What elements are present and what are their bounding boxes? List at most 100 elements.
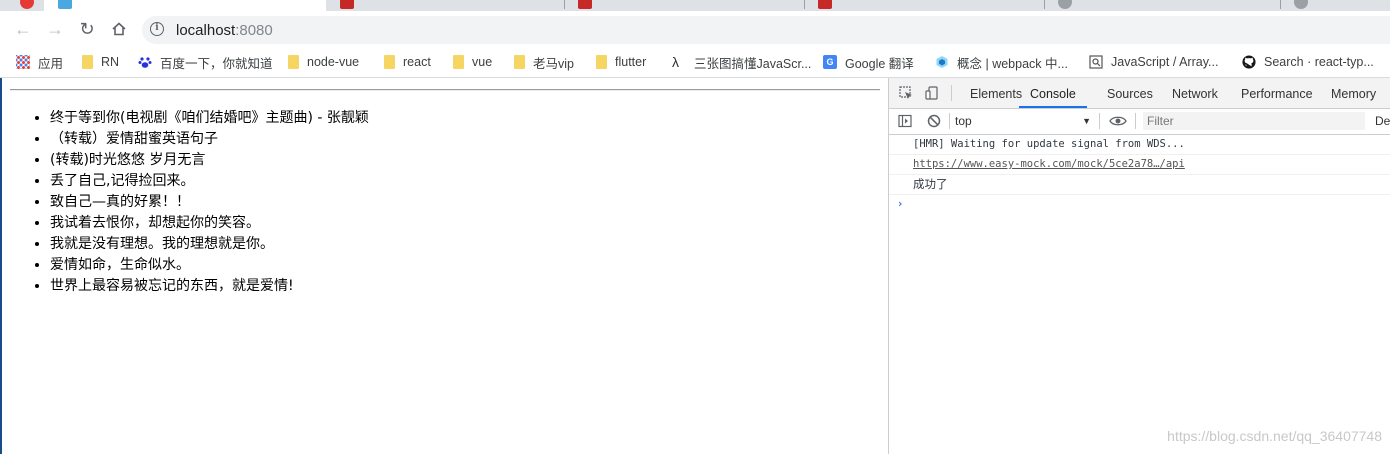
dropdown-arrow-icon: ▼ [1082,116,1091,126]
browser-toolbar: ← → ↻ i localhost:8080 [0,11,1390,47]
bookmark-google-translate[interactable]: G Google 翻译 [823,53,914,71]
tab-separator [1044,0,1045,9]
browser-tab[interactable] [808,0,1040,11]
bookmark-apps[interactable]: 应用 [16,53,63,71]
bookmark-baidu[interactable]: 百度一下，你就知道 [138,53,273,71]
browser-tab-active[interactable] [44,0,326,11]
search-page-icon [1089,55,1103,69]
bookmark-js-array[interactable]: JavaScript / Array... [1089,53,1218,71]
github-icon [1242,55,1256,69]
tab-separator [564,0,565,9]
tab-favicon-icon [20,0,34,9]
browser-tab[interactable] [568,0,800,11]
tab-sources[interactable]: Sources [1107,78,1153,108]
context-selector[interactable]: top ▼ [955,112,1093,130]
baidu-paw-icon [138,57,152,68]
apps-grid-icon [16,55,30,69]
tab-separator [1280,0,1281,9]
log-levels-dropdown[interactable]: De [1375,112,1390,130]
address-url: localhost:8080 [176,22,273,39]
folder-icon [82,55,93,69]
tab-network[interactable]: Network [1172,78,1218,108]
bookmark-label: flutter [615,55,647,69]
bookmark-label: vue [472,55,493,69]
console-output: [HMR] Waiting for update signal from WDS… [889,135,1390,214]
arrow-left-icon: ← [14,18,32,39]
bookmark-folder-react[interactable]: react [384,53,431,71]
list-item: 世界上最容易被忘记的东西，就是爱情! [50,276,369,297]
eye-icon[interactable] [1109,114,1127,128]
console-source-link[interactable]: https://www.easy-mock.com/mock/5ce2a78…/… [913,158,1185,170]
bookmark-folder-flutter[interactable]: flutter [596,53,646,71]
clear-console-icon[interactable] [927,114,941,128]
tab-console[interactable]: Console [1019,78,1087,108]
bookmark-label: Search · react-typ... [1264,55,1374,69]
browser-tab[interactable] [330,0,562,11]
bookmark-label: 老马vip [533,56,574,71]
console-message-text: 成功了 [913,177,948,191]
info-icon[interactable]: i [150,22,164,36]
reload-button[interactable]: ↻ [74,16,100,42]
console-filter-input[interactable]: Filter [1143,112,1365,130]
tab-favicon-icon [1058,0,1072,9]
list-item: 我试着去恨你，却想起你的笑容。 [50,213,369,234]
list-item: 丢了自己,记得捡回来。 [50,171,369,192]
js-lambda-icon: λ [672,54,679,70]
tab-performance[interactable]: Performance [1241,78,1313,108]
bookmark-label: 应用 [38,56,64,71]
tab-elements[interactable]: Elements [970,78,1022,108]
console-message-hmr: [HMR] Waiting for update signal from WDS… [889,135,1390,155]
toolbar-divider [1135,113,1136,129]
sidebar-toggle-icon[interactable] [898,114,912,128]
bookmark-label: 百度一下，你就知道 [160,56,273,71]
webpack-icon [936,56,948,68]
back-button[interactable]: ← [10,16,36,42]
list-item: （转载）爱情甜蜜英语句子 [50,129,369,150]
list-item: 终于等到你(电视剧《咱们结婚吧》主题曲) - 张靓颖 [50,108,369,129]
list-item: 致自己—真的好累！！ [50,192,369,213]
bookmark-js-article[interactable]: λ 三张图搞懂JavaScr... [672,53,811,71]
bookmark-folder-laoma[interactable]: 老马vip [514,53,574,71]
tab-favicon-icon [1294,0,1308,9]
folder-icon [384,55,395,69]
list-item: (转载)时光悠悠 岁月无言 [50,150,369,171]
devtools-panel: Elements Console Sources Network Perform… [888,78,1390,454]
tab-favicon-icon [340,0,354,9]
inspect-element-icon[interactable] [899,86,913,100]
url-host: localhost [176,22,236,39]
watermark: https://blog.csdn.net/qq_36407748 [1167,428,1382,444]
bookmark-label: RN [101,55,120,69]
forward-button[interactable]: → [42,16,68,42]
bookmark-folder-node-vue[interactable]: node-vue [288,53,359,71]
tab-favicon-icon [578,0,592,9]
bookmark-folder-vue[interactable]: vue [453,53,492,71]
browser-tab[interactable] [0,0,40,11]
console-prompt-line[interactable]: › [889,195,1390,214]
folder-icon [288,55,299,69]
browser-tab[interactable] [1048,0,1278,11]
bookmark-label: node-vue [307,55,360,69]
context-value: top [955,114,972,128]
page-viewport: 终于等到你(电视剧《咱们结婚吧》主题曲) - 张靓颖 （转载）爱情甜蜜英语句子 … [0,78,888,454]
toolbar-divider [949,113,950,129]
folder-icon [596,55,607,69]
bookmark-webpack[interactable]: 概念 | webpack 中... [935,53,1068,71]
google-translate-icon: G [823,55,837,69]
home-button[interactable] [106,16,132,42]
toolbar-divider [1099,113,1100,129]
bookmark-label: 概念 | webpack 中... [957,56,1068,71]
console-prompt-icon: › [897,198,904,210]
arrow-right-icon: → [46,18,64,39]
bookmark-label: react [403,55,431,69]
bookmark-folder-rn[interactable]: RN [82,53,119,71]
browser-tab[interactable] [1284,0,1390,11]
console-message-text: [HMR] Waiting for update signal from WDS… [913,138,1185,150]
tab-memory[interactable]: Memory [1331,78,1376,108]
tab-strip [0,0,1390,11]
url-port: :8080 [235,22,273,39]
address-bar[interactable]: i localhost:8080 [142,16,1390,44]
bookmarks-bar: 应用 RN 百度一下，你就知道 node-vue react vue 老马vip… [0,47,1390,78]
toolbar-divider [951,85,952,101]
device-toolbar-icon[interactable] [925,86,939,100]
bookmark-github-search[interactable]: Search · react-typ... [1242,53,1374,71]
